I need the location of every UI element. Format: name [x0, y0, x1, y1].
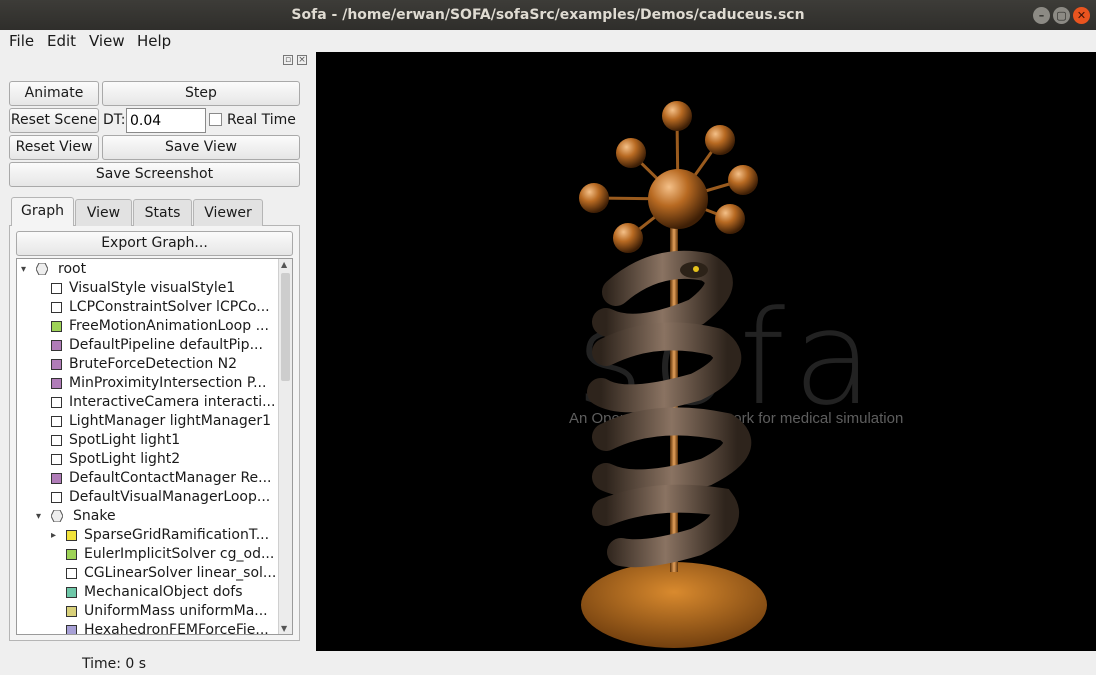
- dt-input[interactable]: [126, 108, 206, 133]
- component-icon: [51, 302, 62, 313]
- tree-row-label: EulerImplicitSolver cg_od...: [84, 546, 275, 562]
- tree-scrollbar[interactable]: ▲ ▼: [278, 259, 292, 634]
- tree-row-label: SparseGridRamificationT...: [84, 527, 270, 543]
- save-view-button[interactable]: Save View: [102, 135, 300, 160]
- tree-row-label: Snake: [73, 508, 116, 524]
- tree-row-label: DefaultContactManager Re...: [69, 470, 272, 486]
- component-icon: [51, 492, 62, 503]
- export-graph-button[interactable]: Export Graph...: [16, 231, 293, 256]
- tree-row-label: FreeMotionAnimationLoop ...: [69, 318, 269, 334]
- component-icon: [51, 378, 62, 389]
- scroll-down-icon[interactable]: ▼: [281, 624, 287, 633]
- hexagon-node-icon: [51, 510, 63, 522]
- hexagon-node-icon: [36, 263, 48, 275]
- tree-row[interactable]: CGLinearSolver linear_sol...: [17, 564, 279, 583]
- tree-row-label: CGLinearSolver linear_sol...: [84, 565, 277, 581]
- component-icon: [51, 435, 62, 446]
- tree-row-label: LCPConstraintSolver lCPCo...: [69, 299, 270, 315]
- caduceus-model: [579, 101, 767, 648]
- scrollbar-thumb[interactable]: [281, 273, 290, 381]
- real-time-checkbox[interactable]: [209, 113, 222, 126]
- component-icon: [51, 359, 62, 370]
- expand-arrow-icon[interactable]: ▾: [21, 260, 26, 279]
- tree-row[interactable]: FreeMotionAnimationLoop ...: [17, 317, 279, 336]
- tree-row-label: SpotLight light1: [69, 432, 181, 448]
- tree-row[interactable]: DefaultContactManager Re...: [17, 469, 279, 488]
- component-icon: [66, 568, 77, 579]
- step-button[interactable]: Step: [102, 81, 300, 106]
- tree-row[interactable]: SpotLight light1: [17, 431, 279, 450]
- tree-row[interactable]: ▾ Snake: [17, 507, 279, 526]
- menu-edit[interactable]: Edit: [47, 32, 76, 50]
- component-icon: [51, 340, 62, 351]
- component-icon: [51, 397, 62, 408]
- tree-row[interactable]: UniformMass uniformMa...: [17, 602, 279, 621]
- tree-row[interactable]: VisualStyle visualStyle1: [17, 279, 279, 298]
- scroll-up-icon[interactable]: ▲: [281, 260, 287, 269]
- collapse-arrow-icon[interactable]: ▸: [51, 526, 56, 545]
- component-icon: [66, 549, 77, 560]
- 3d-viewer[interactable]: sofa An Open Source framework for medica…: [316, 52, 1096, 651]
- animate-button[interactable]: Animate: [9, 81, 99, 106]
- tree-row-label: root: [58, 261, 87, 277]
- save-screenshot-button[interactable]: Save Screenshot: [9, 162, 300, 187]
- tree-row-label: MinProximityIntersection P...: [69, 375, 267, 391]
- tree-row[interactable]: InteractiveCamera interacti...: [17, 393, 279, 412]
- tree-row-label: MechanicalObject dofs: [84, 584, 243, 600]
- menubar: File Edit View Help: [0, 30, 1096, 52]
- tab-graph[interactable]: Graph: [11, 197, 74, 226]
- tab-stats[interactable]: Stats: [133, 199, 192, 226]
- tree-row-label: BruteForceDetection N2: [69, 356, 238, 372]
- component-icon: [66, 625, 77, 634]
- component-icon: [51, 321, 62, 332]
- expand-arrow-icon[interactable]: ▾: [36, 507, 41, 526]
- component-icon: [51, 473, 62, 484]
- tree-row-label: HexahedronFEMForceFie...: [84, 622, 269, 635]
- component-icon: [51, 454, 62, 465]
- reset-scene-button[interactable]: Reset Scene: [9, 108, 99, 133]
- menu-help[interactable]: Help: [137, 32, 171, 50]
- scene-graph-tree[interactable]: ▾ root VisualStyle visualStyle1 LCPConstrai…: [16, 258, 293, 635]
- tree-row[interactable]: LightManager lightManager1: [17, 412, 279, 431]
- window-titlebar: Sofa - /home/erwan/SOFA/sofaSrc/examples…: [0, 0, 1096, 30]
- minimize-icon[interactable]: –: [1033, 7, 1050, 24]
- component-icon: [66, 530, 77, 541]
- tree-row[interactable]: ▾ root: [17, 260, 279, 279]
- dock-float-icon[interactable]: ▫: [283, 55, 293, 65]
- component-icon: [51, 283, 62, 294]
- tree-row-label: DefaultVisualManagerLoop...: [69, 489, 271, 505]
- tree-row[interactable]: MechanicalObject dofs: [17, 583, 279, 602]
- component-icon: [66, 587, 77, 598]
- component-icon: [66, 606, 77, 617]
- tree-row-label: VisualStyle visualStyle1: [69, 280, 236, 296]
- tab-viewer[interactable]: Viewer: [193, 199, 263, 226]
- tree-row[interactable]: EulerImplicitSolver cg_od...: [17, 545, 279, 564]
- tree-row[interactable]: BruteForceDetection N2: [17, 355, 279, 374]
- reset-view-button[interactable]: Reset View: [9, 135, 99, 160]
- dt-label: DT:: [103, 112, 126, 128]
- tree-row[interactable]: LCPConstraintSolver lCPCo...: [17, 298, 279, 317]
- window-title: Sofa - /home/erwan/SOFA/sofaSrc/examples…: [291, 7, 805, 23]
- component-icon: [51, 416, 62, 427]
- tree-row[interactable]: SpotLight light2: [17, 450, 279, 469]
- menu-view[interactable]: View: [89, 32, 125, 50]
- tree-row[interactable]: DefaultVisualManagerLoop...: [17, 488, 279, 507]
- tab-view[interactable]: View: [75, 199, 132, 226]
- tree-row[interactable]: DefaultPipeline defaultPip...: [17, 336, 279, 355]
- status-time: Time: 0 s: [82, 656, 147, 672]
- tree-row[interactable]: ▸ SparseGridRamificationT...: [17, 526, 279, 545]
- tree-row-label: InteractiveCamera interacti...: [69, 394, 276, 410]
- real-time-label: Real Time: [227, 112, 296, 128]
- maximize-icon[interactable]: ▢: [1053, 7, 1070, 24]
- tree-row-label: LightManager lightManager1: [69, 413, 272, 429]
- tree-row[interactable]: HexahedronFEMForceFie...: [17, 621, 279, 635]
- tree-row[interactable]: MinProximityIntersection P...: [17, 374, 279, 393]
- close-icon[interactable]: ✕: [1073, 7, 1090, 24]
- tree-row-label: SpotLight light2: [69, 451, 181, 467]
- tree-row-label: UniformMass uniformMa...: [84, 603, 268, 619]
- menu-file[interactable]: File: [9, 32, 34, 50]
- tree-row-label: DefaultPipeline defaultPip...: [69, 337, 263, 353]
- dock-close-icon[interactable]: ×: [297, 55, 307, 65]
